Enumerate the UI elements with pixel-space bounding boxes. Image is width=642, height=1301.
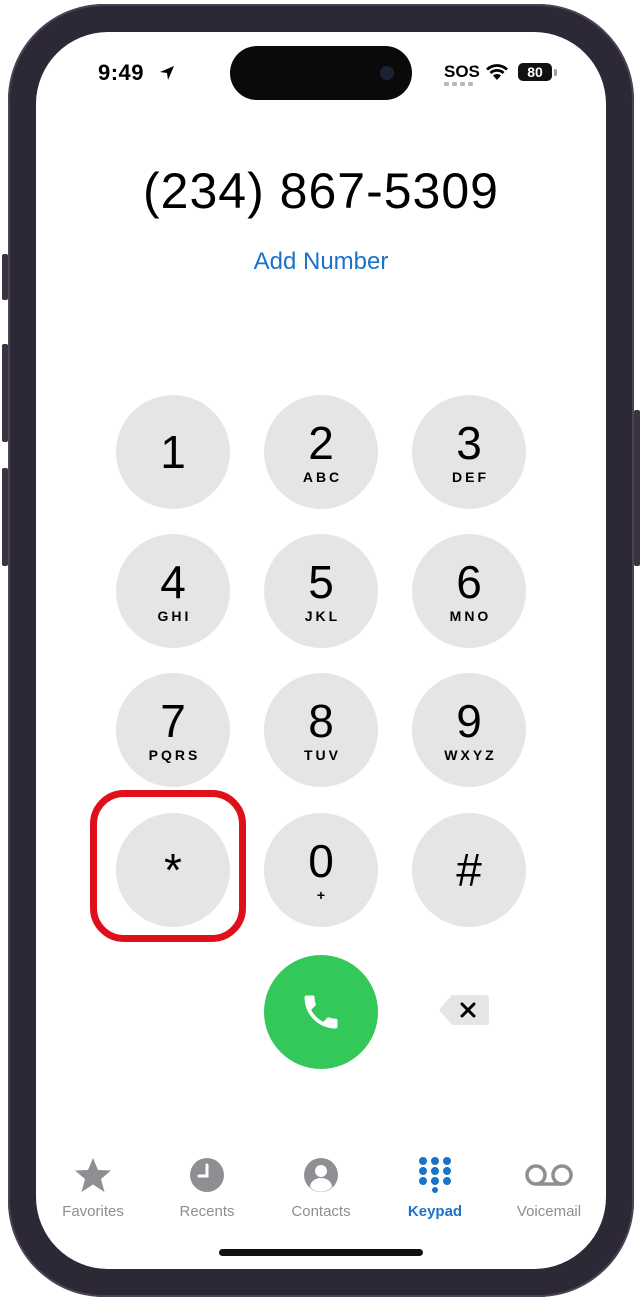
key-pound[interactable]: # xyxy=(412,813,526,927)
tab-label: Favorites xyxy=(62,1203,124,1220)
home-indicator xyxy=(219,1249,423,1256)
dynamic-island xyxy=(230,46,412,100)
tab-recents[interactable]: Recents xyxy=(150,1147,264,1220)
key-digit: 9 xyxy=(456,695,482,747)
power-button xyxy=(634,410,640,566)
star-icon xyxy=(75,1158,111,1192)
tab-contacts[interactable]: Contacts xyxy=(264,1147,378,1220)
key-letters: + xyxy=(316,887,329,903)
add-number-link[interactable]: Add Number xyxy=(36,248,606,276)
key-digit: 3 xyxy=(456,417,482,469)
key-letters: DEF xyxy=(452,469,489,485)
key-letters: ABC xyxy=(302,469,343,485)
key-1[interactable]: 1 xyxy=(116,395,230,509)
key-8[interactable]: 8 TUV xyxy=(264,673,378,787)
key-7[interactable]: 7 PQRS xyxy=(116,673,230,787)
battery-tip xyxy=(554,69,557,76)
key-digit: 2 xyxy=(308,417,334,469)
tab-label: Voicemail xyxy=(516,1203,582,1220)
signal-dots-icon xyxy=(444,82,474,86)
volume-up-button xyxy=(2,344,8,442)
status-time: 9:49 xyxy=(98,60,145,85)
key-3[interactable]: 3 DEF xyxy=(412,395,526,509)
screen: 9:49 SOS 80 (234) 867-5309 Add Number 12… xyxy=(36,32,606,1269)
voicemail-icon xyxy=(525,1164,573,1186)
key-6[interactable]: 6 MNO xyxy=(412,534,526,648)
key-letters: WXYZ xyxy=(444,747,497,763)
key-letters: TUV xyxy=(304,747,341,763)
tab-label: Contacts xyxy=(291,1203,351,1220)
key-letters: GHI xyxy=(157,608,192,624)
key-digit: * xyxy=(164,844,182,896)
key-4[interactable]: 4 GHI xyxy=(116,534,230,648)
key-star[interactable]: * xyxy=(116,813,230,927)
action-button xyxy=(2,254,8,300)
tab-voicemail[interactable]: Voicemail xyxy=(492,1147,606,1220)
delete-button[interactable] xyxy=(438,993,490,1027)
sos-indicator: SOS xyxy=(444,62,480,81)
tab-label: Keypad xyxy=(407,1203,463,1220)
key-digit: 5 xyxy=(308,556,334,608)
wifi-icon xyxy=(486,64,508,80)
clock-icon xyxy=(190,1158,224,1192)
battery-level: 80 xyxy=(518,63,552,81)
keypad-icon xyxy=(419,1157,451,1193)
key-letters: PQRS xyxy=(148,747,201,763)
key-digit: 7 xyxy=(160,695,186,747)
key-0[interactable]: 0 + xyxy=(264,813,378,927)
key-2[interactable]: 2 ABC xyxy=(264,395,378,509)
key-digit: 6 xyxy=(456,556,482,608)
tab-bar: Favorites Recents Contacts Keypad Voicem… xyxy=(36,1147,606,1237)
location-arrow-icon xyxy=(160,66,174,80)
key-digit: 0 xyxy=(308,835,334,887)
key-digit: 8 xyxy=(308,695,334,747)
key-digit: # xyxy=(456,844,482,896)
key-letters: MNO xyxy=(449,608,492,624)
key-digit: 1 xyxy=(160,426,186,478)
key-letters: JKL xyxy=(304,608,341,624)
tab-keypad[interactable]: Keypad xyxy=(378,1147,492,1220)
key-9[interactable]: 9 WXYZ xyxy=(412,673,526,787)
person-icon xyxy=(304,1158,338,1192)
dialed-number: (234) 867-5309 xyxy=(143,163,499,219)
camera-icon xyxy=(380,66,394,80)
key-5[interactable]: 5 JKL xyxy=(264,534,378,648)
tab-favorites[interactable]: Favorites xyxy=(36,1147,150,1220)
tab-label: Recents xyxy=(179,1203,235,1220)
phone-icon xyxy=(304,995,338,1029)
key-digit: 4 xyxy=(160,556,186,608)
volume-down-button xyxy=(2,468,8,566)
call-button[interactable] xyxy=(264,955,378,1069)
